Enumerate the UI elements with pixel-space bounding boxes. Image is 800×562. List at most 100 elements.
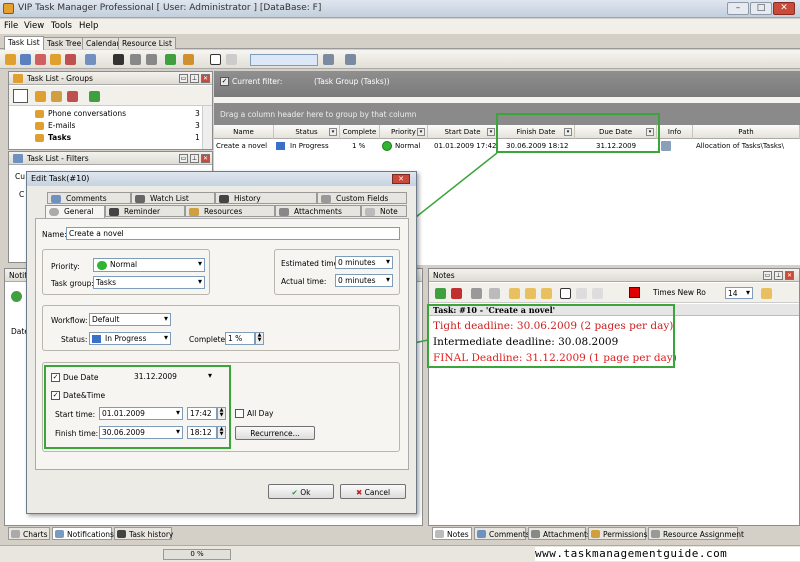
tab-notifications[interactable]: Notifications <box>52 527 114 540</box>
tab-notes[interactable]: Notes <box>432 527 472 540</box>
pane-pin-icon[interactable]: ⊥ <box>190 154 199 163</box>
delete-icon[interactable] <box>65 54 76 65</box>
column-header-info[interactable]: Info <box>657 125 693 139</box>
recurrence-button[interactable]: Recurrence... <box>235 426 315 440</box>
refresh-groups-icon[interactable] <box>89 91 100 102</box>
print-icon[interactable] <box>323 54 334 65</box>
add-group-icon[interactable] <box>35 91 46 102</box>
filter-dropdown-icon[interactable]: ▾ <box>487 128 495 136</box>
menu-file[interactable]: File <box>4 21 18 31</box>
tab-general[interactable]: General <box>45 205 105 219</box>
pane-close-icon[interactable]: ✕ <box>201 74 210 83</box>
column-icon[interactable] <box>210 54 221 65</box>
column-header-name[interactable]: Name <box>214 125 274 139</box>
filter-icon[interactable] <box>85 54 96 65</box>
tab-task-history[interactable]: Task history <box>114 527 173 540</box>
group-item[interactable]: Phone conversations 3 <box>35 109 203 120</box>
refresh-icon[interactable] <box>11 291 22 302</box>
pane-close-icon[interactable]: ✕ <box>201 154 210 163</box>
pane-pin-icon[interactable]: ⊥ <box>190 74 199 83</box>
groups-filter-icon[interactable] <box>13 89 28 103</box>
font-size-combo[interactable]: 14 <box>725 287 753 299</box>
delete-note-icon[interactable] <box>451 288 462 299</box>
dialog-close-icon[interactable]: ✕ <box>392 174 410 184</box>
font-name[interactable]: Times New Ro <box>653 288 706 297</box>
font-color-icon[interactable] <box>629 287 640 298</box>
cancel-button[interactable]: ✖ Cancel <box>340 484 406 499</box>
tab-comments-bottom[interactable]: Comments <box>474 527 530 540</box>
tab-resource-assignment[interactable]: Resource Assignment <box>648 527 744 540</box>
name-field[interactable]: Create a novel <box>66 227 400 240</box>
close-button[interactable]: ✕ <box>773 2 795 15</box>
refresh-icon[interactable] <box>165 54 176 65</box>
delete-group-icon[interactable] <box>67 91 78 102</box>
column-header-path[interactable]: Path <box>693 125 800 139</box>
tab-attachments[interactable]: Attachments <box>275 205 361 217</box>
tab-watch-list[interactable]: Watch List <box>131 192 215 204</box>
align-center-icon[interactable] <box>576 288 587 299</box>
align-right-icon[interactable] <box>592 288 603 299</box>
layout-icon[interactable] <box>226 54 237 65</box>
menu-help[interactable]: Help <box>79 21 98 31</box>
filter-dropdown-icon[interactable]: ▾ <box>417 128 425 136</box>
complete-field[interactable]: 1 % <box>225 332 255 345</box>
toolbar-combo[interactable] <box>250 54 318 66</box>
menu-view[interactable]: View <box>24 21 44 31</box>
print-note-icon[interactable] <box>471 288 482 299</box>
new-task-icon[interactable] <box>5 54 16 65</box>
actual-time-select[interactable]: 0 minutes <box>335 274 393 287</box>
groups-scrollbar[interactable] <box>202 106 212 149</box>
estimated-time-select[interactable]: 0 minutes <box>335 256 393 269</box>
delete-task-icon[interactable] <box>35 54 46 65</box>
column-header-priority[interactable]: Priority ▾ <box>380 125 428 139</box>
tab-history[interactable]: History <box>215 192 317 204</box>
complete-spinner[interactable]: ▲ ▼ <box>255 332 264 345</box>
priority-select[interactable]: Normal <box>93 258 205 272</box>
align-left-icon[interactable] <box>560 288 571 299</box>
italic-icon[interactable] <box>525 288 536 299</box>
view-icon[interactable] <box>183 54 194 65</box>
tab-resources[interactable]: Resources <box>185 205 275 217</box>
workflow-select[interactable]: Default <box>89 313 171 326</box>
save-note-icon[interactable] <box>435 288 446 299</box>
edit-group-icon[interactable] <box>51 91 62 102</box>
bold-icon[interactable] <box>509 288 520 299</box>
menu-tools[interactable]: Tools <box>51 21 72 31</box>
pane-minimize-icon[interactable]: ▭ <box>763 271 772 280</box>
maximize-button[interactable]: □ <box>750 2 772 15</box>
tab-charts[interactable]: Charts <box>8 527 50 540</box>
underline-icon[interactable] <box>541 288 552 299</box>
pane-minimize-icon[interactable]: ▭ <box>179 74 188 83</box>
move-up-icon[interactable] <box>130 54 141 65</box>
move-down-icon[interactable] <box>146 54 157 65</box>
format-icon[interactable] <box>761 288 772 299</box>
new-group-icon[interactable] <box>20 54 31 65</box>
group-item[interactable]: E-mails 3 <box>35 121 203 132</box>
task-group-select[interactable]: Tasks <box>93 276 205 289</box>
tab-permissions[interactable]: Permissions <box>588 527 647 540</box>
tab-custom-fields[interactable]: Custom Fields <box>317 192 407 204</box>
export-icon[interactable] <box>345 54 356 65</box>
tab-comments[interactable]: Comments <box>47 192 131 204</box>
all-day-checkbox[interactable] <box>235 409 244 418</box>
tab-reminder[interactable]: Reminder <box>105 205 185 217</box>
column-header-start[interactable]: Start Date ▾ <box>428 125 498 139</box>
edit-task-icon[interactable] <box>50 54 61 65</box>
ok-button[interactable]: ✔ Ok <box>268 484 334 499</box>
tab-task-tree[interactable]: Task Tree <box>43 37 86 49</box>
column-header-status[interactable]: Status ▾ <box>274 125 340 139</box>
pane-pin-icon[interactable]: ⊥ <box>774 271 783 280</box>
pin-icon[interactable] <box>113 54 124 65</box>
status-select[interactable]: In Progress <box>89 332 171 345</box>
tab-task-list[interactable]: Task List <box>4 36 44 50</box>
filter-checkbox[interactable]: ✓ <box>220 77 229 86</box>
column-header-complete[interactable]: Complete <box>340 125 380 139</box>
group-item[interactable]: Tasks 1 <box>35 133 203 144</box>
tab-note[interactable]: Note <box>361 205 407 217</box>
pane-minimize-icon[interactable]: ▭ <box>179 154 188 163</box>
tab-attachments-bottom[interactable]: Attachments <box>528 527 591 540</box>
pane-close-icon[interactable]: ✕ <box>785 271 794 280</box>
cut-icon[interactable] <box>489 288 500 299</box>
tab-resource-list[interactable]: Resource List <box>118 37 176 49</box>
filter-dropdown-icon[interactable]: ▾ <box>329 128 337 136</box>
